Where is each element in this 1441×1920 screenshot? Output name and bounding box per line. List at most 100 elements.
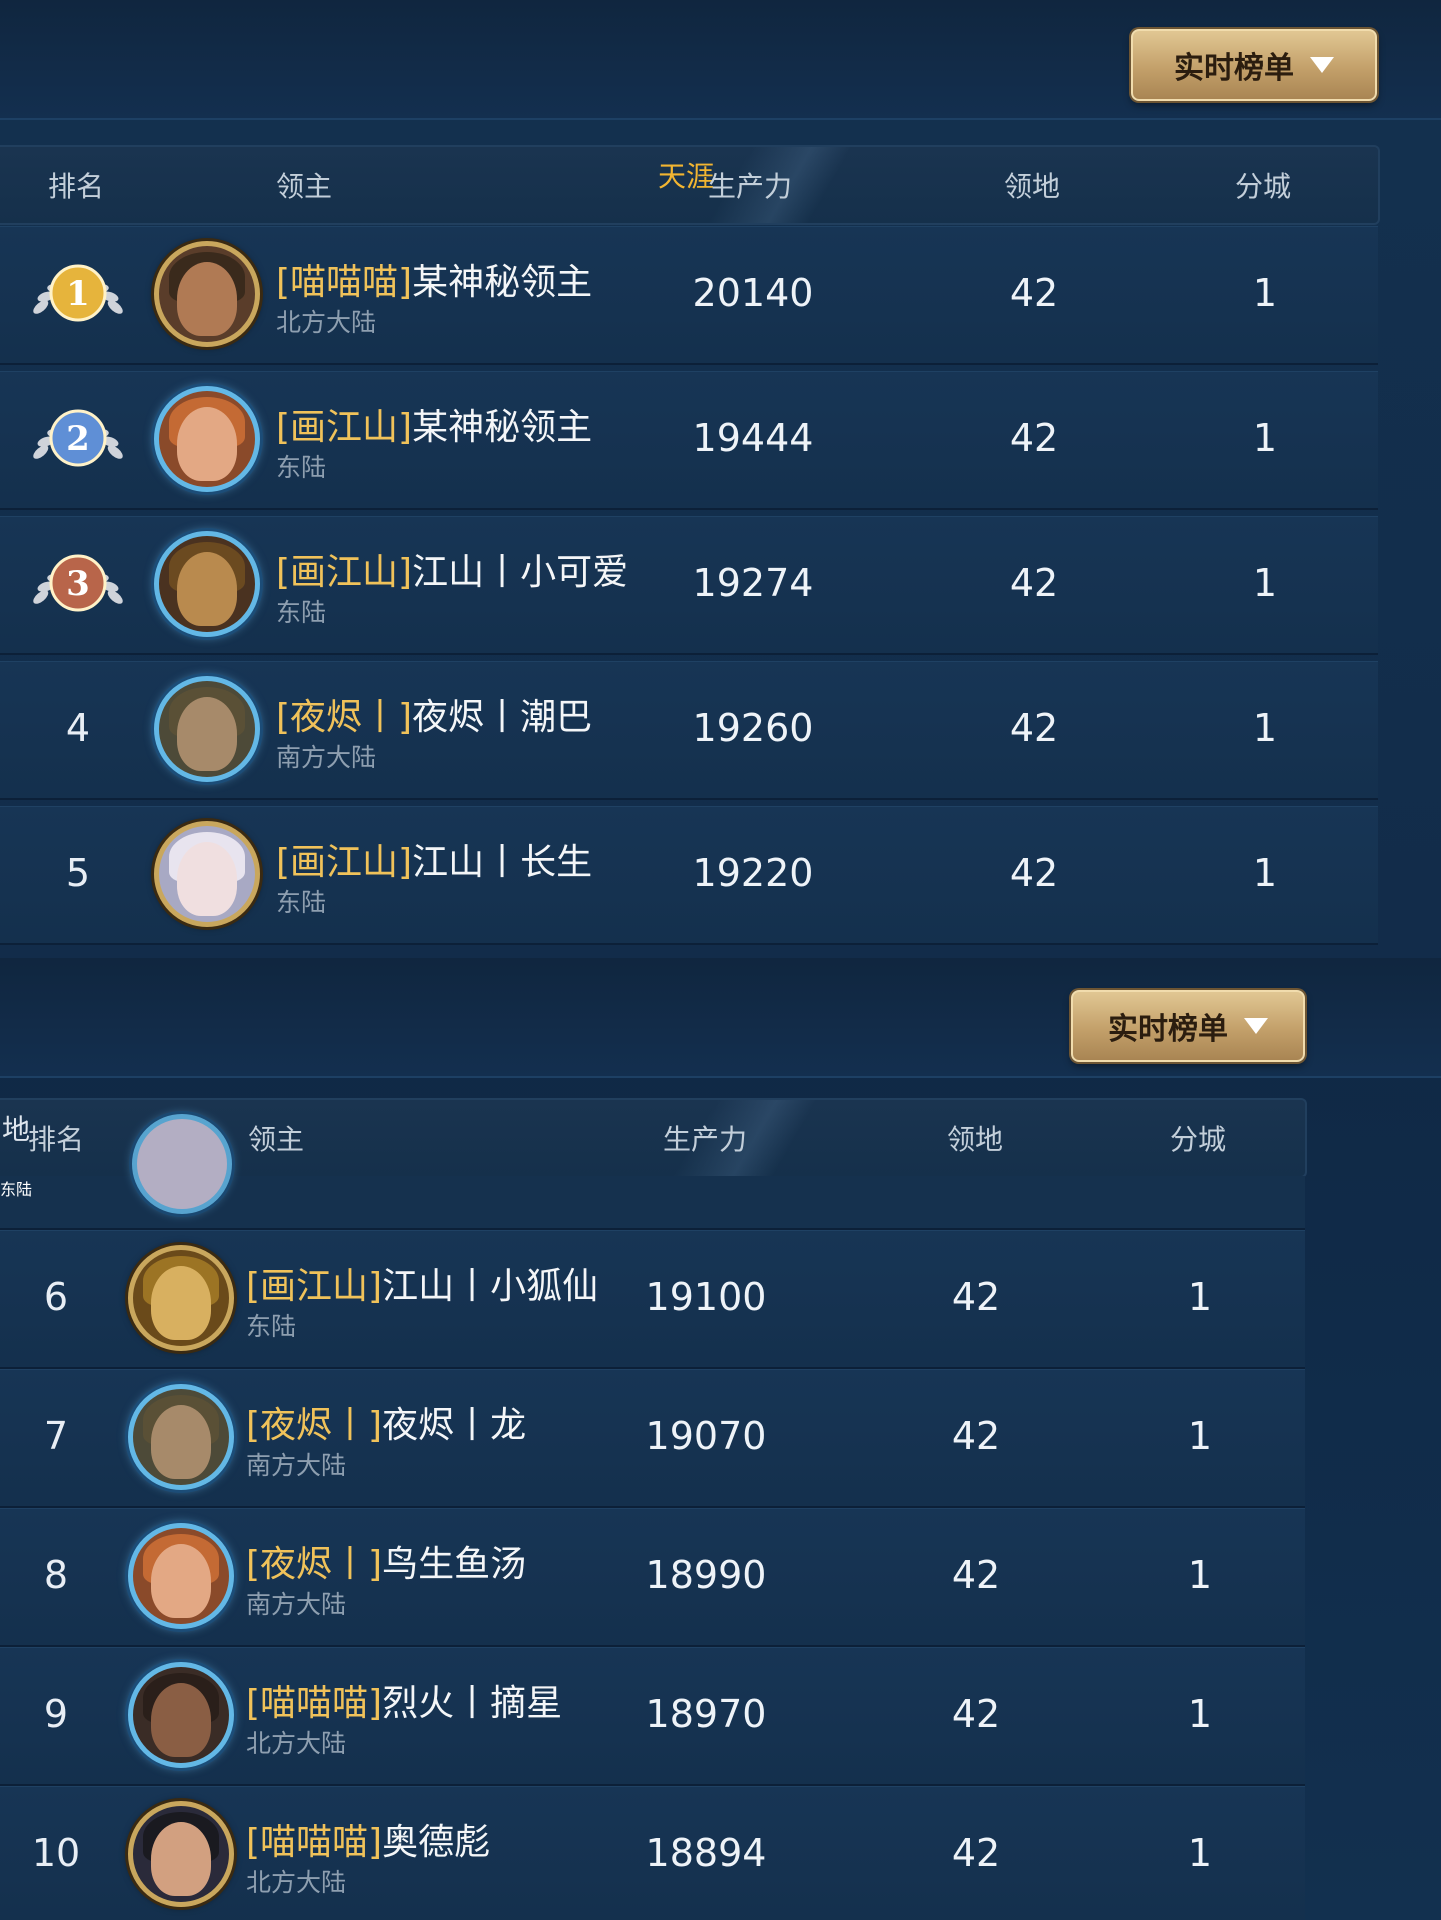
avatar[interactable] [154,821,260,927]
overlay-text: 地 [2,1113,31,1146]
production-value: 19444 [692,416,814,460]
territory-value: 42 [951,1414,1001,1458]
list-item[interactable]: 5 [画江山]江山丨长生 东陆 19220 42 1 [0,806,1378,945]
alliance-tag: [喵喵喵] [246,1822,383,1863]
list-item[interactable]: 1 [喵喵喵]某神秘领主 北方大陆 20140 42 1 [0,226,1378,365]
table-header: 排名 领主 天涯 生产力 领地 分城 [0,145,1380,225]
list-item[interactable]: 3 [画江山]江山丨小可爱 东陆 19274 42 1 [0,516,1378,655]
svg-text:1: 1 [66,274,90,314]
avatar[interactable] [128,1801,234,1907]
alliance-tag: [夜烬丨] [246,1405,383,1446]
region-label: 东陆 [276,888,327,917]
svg-text:2: 2 [66,419,90,459]
player-name: 江山丨小可爱 [412,552,629,593]
list-item[interactable]: 6 [画江山]江山丨小狐仙 东陆 19100 42 1 [0,1230,1305,1369]
player-name: 鸟生鱼汤 [382,1544,527,1585]
lord-name: [夜烬丨]鸟生鱼汤 [246,1535,526,1587]
dropdown-label: 实时榜单 [1174,51,1294,86]
avatar[interactable] [128,1662,234,1768]
rank-number: 4 [65,706,91,750]
avatar-face [151,1405,211,1479]
branch-value: 1 [1252,851,1278,895]
header-territory: 领地 [1004,170,1061,203]
avatar-face [177,552,237,626]
avatar[interactable] [154,676,260,782]
list-item[interactable]: 2 [画江山]某神秘领主 东陆 19444 42 1 [0,371,1378,510]
header-lord: 领主 [276,170,333,203]
list-item[interactable]: 8 [夜烬丨]鸟生鱼汤 南方大陆 18990 42 1 [0,1508,1305,1647]
player-name: 江山丨小狐仙 [382,1266,599,1307]
header-lord: 领主 [248,1123,305,1156]
avatar[interactable] [128,1523,234,1629]
lord-name: [画江山]江山丨长生 [276,833,592,885]
territory-value: 42 [1009,416,1059,460]
alliance-tag: [画江山] [246,1266,383,1307]
header-territory: 领地 [947,1123,1004,1156]
avatar-face [151,1822,211,1896]
realtime-ranking-dropdown[interactable]: 实时榜单 [1131,29,1377,101]
alliance-tag: [喵喵喵] [276,262,413,303]
overlay-text: 天涯 [658,160,715,193]
alliance-tag: [画江山] [276,407,413,448]
list-item[interactable]: 4 [夜烬丨]夜烬丨潮巴 南方大陆 19260 42 1 [0,661,1378,800]
list-item[interactable]: 9 [喵喵喵]烈火丨摘星 北方大陆 18970 42 1 [0,1647,1305,1786]
region-label: 南方大陆 [276,743,377,772]
leaderboard-panel-bottom: 实时榜单 地 排名 领主 生产力 领地 分城 东陆 6 [画江山]江山丨小狐仙 东陆… [0,958,1441,1920]
region-label: 南方大陆 [246,1451,347,1480]
lord-name: [画江山]江山丨小狐仙 [246,1257,598,1309]
header-rank: 排名 [48,170,105,203]
avatar-face [177,262,237,336]
production-value: 19274 [692,561,814,605]
rank-number: 10 [31,1831,81,1875]
branch-value: 1 [1187,1553,1213,1597]
rank-medal-icon: 1 [23,255,133,335]
player-name: 夜烬丨潮巴 [412,697,593,738]
avatar[interactable] [154,386,260,492]
territory-value: 42 [951,1275,1001,1319]
region-label: 北方大陆 [246,1868,347,1897]
region-label: 南方大陆 [246,1590,347,1619]
avatar[interactable] [154,241,260,347]
avatar[interactable] [128,1245,234,1351]
territory-value: 42 [951,1553,1001,1597]
avatar[interactable] [128,1384,234,1490]
player-name: 某神秘领主 [412,262,593,303]
lord-name: [喵喵喵]某神秘领主 [276,253,592,305]
region-label: 北方大陆 [276,308,377,337]
chevron-down-icon [1244,1018,1268,1034]
alliance-tag: [夜烬丨] [246,1544,383,1585]
list-item-partial[interactable]: 东陆 [0,1114,1305,1230]
alliance-tag: [画江山] [276,552,413,593]
territory-value: 42 [1009,706,1059,750]
production-value: 19100 [645,1275,767,1319]
player-name: 夜烬丨龙 [382,1405,527,1446]
realtime-ranking-dropdown[interactable]: 实时榜单 [1071,990,1305,1062]
rank-medal-icon: 2 [23,400,133,480]
header-production: 生产力 [708,170,793,203]
production-value: 19220 [692,851,814,895]
list-item[interactable]: 7 [夜烬丨]夜烬丨龙 南方大陆 19070 42 1 [0,1369,1305,1508]
production-value: 19070 [645,1414,767,1458]
avatar-face [177,407,237,481]
region-label: 东陆 [276,598,327,627]
avatar[interactable] [154,531,260,637]
player-name: 某神秘领主 [412,407,593,448]
avatar-face [151,1266,211,1340]
branch-value: 1 [1187,1692,1213,1736]
rank-number: 8 [43,1553,69,1597]
rank-number: 9 [43,1692,69,1736]
branch-value: 1 [1252,271,1278,315]
production-value: 19260 [692,706,814,750]
leaderboard-panel-top: 实时榜单 排名 领主 天涯 生产力 领地 分城 1 [喵喵喵]某神秘领主 北方大陆 2… [0,0,1441,958]
lord-name: [夜烬丨]夜烬丨潮巴 [276,688,592,740]
territory-value: 42 [1009,271,1059,315]
territory-value: 42 [1009,851,1059,895]
player-name: 江山丨长生 [412,842,593,883]
header-rank: 排名 [28,1123,85,1156]
header-production: 生产力 [663,1123,748,1156]
branch-value: 1 [1252,416,1278,460]
territory-value: 42 [951,1692,1001,1736]
list-item[interactable]: 10 [喵喵喵]奥德彪 北方大陆 18894 42 1 [0,1786,1305,1920]
dropdown-label: 实时榜单 [1108,1012,1228,1047]
rank-number: 7 [43,1414,69,1458]
